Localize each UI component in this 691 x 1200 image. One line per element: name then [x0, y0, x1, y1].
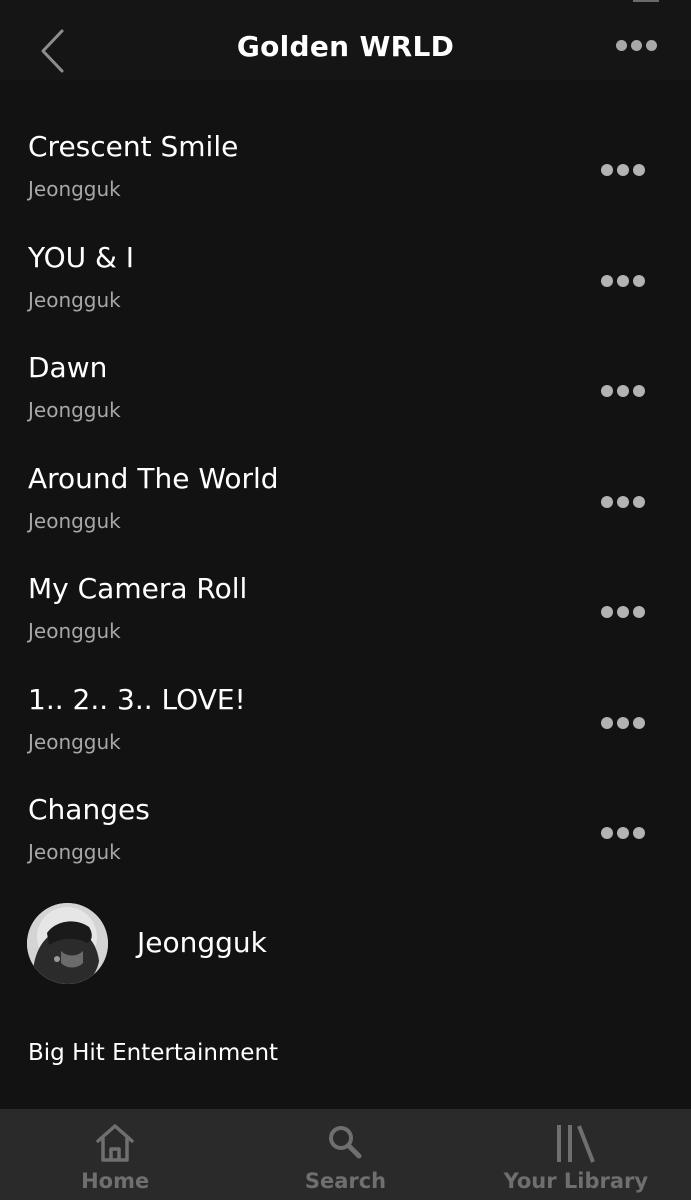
nav-search[interactable]: Search [230, 1109, 460, 1200]
header-bar: Golden WRLD [0, 0, 691, 80]
track-row[interactable]: YOU & I Jeongguk [0, 226, 691, 337]
album-screen: Golden WRLD Crescent Smile Jeongguk YOU … [0, 0, 691, 1200]
track-artist: Jeongguk [28, 177, 121, 201]
track-row[interactable]: Around The World Jeongguk [0, 447, 691, 558]
record-label: Big Hit Entertainment [28, 1040, 279, 1066]
library-icon [556, 1125, 595, 1163]
track-more-button[interactable] [601, 716, 645, 729]
track-more-button[interactable] [601, 274, 645, 287]
home-icon [96, 1124, 134, 1162]
more-horizontal-icon [601, 385, 645, 397]
track-artist: Jeongguk [28, 508, 121, 533]
track-title: Changes [28, 793, 150, 826]
page-title: Golden WRLD [236, 30, 455, 63]
more-horizontal-icon [601, 606, 645, 618]
track-more-button[interactable] [601, 827, 645, 839]
track-title: My Camera Roll [28, 572, 248, 605]
track-list: Crescent Smile Jeongguk YOU & I Jeongguk… [0, 115, 691, 889]
more-horizontal-icon [601, 495, 645, 508]
track-artist: Jeongguk [28, 619, 121, 643]
nav-label: Your Library [503, 1169, 649, 1193]
track-row[interactable]: Dawn Jeongguk [0, 336, 691, 447]
more-horizontal-icon [616, 40, 657, 51]
track-artist: Jeongguk [28, 398, 121, 422]
bottom-navigation: Home Search Your Library [0, 1109, 691, 1200]
track-more-button[interactable] [601, 385, 645, 397]
track-title: Dawn [28, 351, 108, 384]
more-horizontal-icon [601, 274, 645, 287]
track-row[interactable]: Crescent Smile Jeongguk [0, 115, 691, 226]
track-row[interactable]: My Camera Roll Jeongguk [0, 557, 691, 668]
track-row[interactable]: 1.. 2.. 3.. LOVE! Jeongguk [0, 668, 691, 779]
track-more-button[interactable] [601, 495, 645, 508]
track-artist: Jeongguk [28, 729, 121, 754]
track-row[interactable]: Changes Jeongguk [0, 778, 691, 889]
more-horizontal-icon [601, 716, 645, 729]
nav-label: Search [304, 1169, 387, 1193]
track-artist: Jeongguk [28, 287, 121, 312]
track-artist: Jeongguk [28, 840, 121, 864]
track-title: YOU & I [28, 240, 134, 274]
track-title: Around The World [28, 461, 279, 495]
more-horizontal-icon [601, 827, 645, 839]
track-more-button[interactable] [601, 606, 645, 618]
nav-home[interactable]: Home [0, 1109, 230, 1200]
search-icon [329, 1126, 362, 1159]
artist-avatar [27, 903, 108, 984]
top-indicator [633, 0, 659, 2]
album-more-button[interactable] [616, 40, 657, 51]
nav-library[interactable]: Your Library [461, 1109, 691, 1200]
artist-name: Jeongguk [137, 926, 267, 959]
track-title: 1.. 2.. 3.. LOVE! [28, 682, 246, 716]
track-more-button[interactable] [601, 164, 645, 176]
track-title: Crescent Smile [28, 130, 239, 163]
nav-label: Home [81, 1169, 150, 1193]
more-horizontal-icon [601, 164, 645, 176]
artist-row[interactable]: Jeongguk [0, 898, 691, 990]
